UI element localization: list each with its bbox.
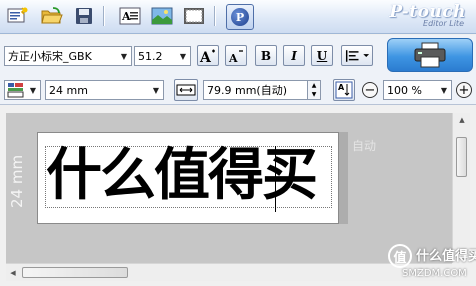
printer-icon — [414, 42, 446, 68]
chevron-down-icon[interactable]: ▼ — [117, 47, 131, 65]
vertical-text-button[interactable]: A — [333, 79, 355, 101]
brand-logo: P-touch Editor Lite — [326, 1, 466, 33]
tape-width-value: 24 mm — [49, 83, 88, 97]
label-length-value: 79.9 mm(自动) — [207, 84, 288, 97]
chevron-down-icon[interactable]: ▼ — [176, 47, 190, 65]
svg-text:A: A — [338, 83, 345, 92]
spin-up-icon[interactable]: ▲ — [312, 82, 317, 89]
increase-font-size-button[interactable]: A — [197, 45, 219, 66]
spin-down-icon[interactable]: ▼ — [312, 91, 317, 98]
vertical-text-icon: A — [335, 81, 353, 99]
zoom-out-icon[interactable]: − — [362, 82, 378, 98]
tape-width-ruler-label: 24 mm — [8, 154, 26, 208]
underline-button[interactable]: U — [311, 45, 333, 66]
italic-button[interactable]: I — [283, 45, 305, 66]
layout-icon — [7, 83, 24, 98]
tape-width-select[interactable]: 24 mm ▼ — [45, 80, 164, 100]
svg-text:A: A — [199, 50, 212, 64]
bold-button[interactable]: B — [255, 45, 277, 66]
frame-icon[interactable] — [182, 5, 206, 27]
length-arrows-icon — [176, 84, 196, 96]
print-button[interactable] — [387, 38, 473, 72]
chevron-down-icon[interactable]: ▼ — [26, 81, 40, 99]
open-folder-icon[interactable] — [40, 5, 64, 27]
zoom-value: 100 % — [387, 83, 422, 97]
zoom-in-icon[interactable]: + — [456, 82, 472, 98]
watermark-logo: 值 — [388, 244, 412, 268]
horizontal-scrollbar[interactable]: ◀ — [6, 263, 452, 281]
text-icon[interactable]: A — [118, 5, 142, 27]
save-disk-icon[interactable] — [72, 5, 96, 27]
vertical-scroll-thumb[interactable] — [456, 137, 467, 177]
main-toolbar: A P P-touch Editor Lite — [0, 0, 476, 34]
svg-text:A: A — [121, 10, 131, 23]
font-name-select[interactable]: 方正小标宋_GBK ▼ — [4, 46, 132, 66]
horizontal-scroll-thumb[interactable] — [22, 267, 128, 278]
toolbar-separator — [214, 6, 215, 26]
format-toolbar-row2: ▼ 24 mm ▼ 79.9 mm(自动) ▲ ▼ A − 100 % ▼ + — [0, 75, 476, 105]
format-toolbar-row1: 方正小标宋_GBK ▼ 51.2 ▼ A A B I U — [0, 35, 476, 75]
toolbar-separator — [103, 6, 104, 26]
font-name-value: 方正小标宋_GBK — [8, 50, 92, 63]
scroll-up-icon[interactable]: ▲ — [457, 115, 467, 125]
label-length-spinner[interactable]: ▲ ▼ — [307, 80, 321, 100]
ptouch-logo-icon: P — [231, 8, 249, 26]
label-length-button[interactable] — [174, 79, 198, 101]
watermark-url: SMZDM.COM — [402, 268, 467, 279]
layout-select[interactable]: ▼ — [4, 80, 41, 100]
chevron-down-icon[interactable]: ▼ — [437, 81, 451, 99]
auto-length-label: 自动 — [352, 139, 377, 153]
zoom-select[interactable]: 100 % ▼ — [383, 80, 452, 100]
scroll-left-icon[interactable]: ◀ — [8, 268, 18, 278]
font-size-select[interactable]: 51.2 ▼ — [134, 46, 191, 66]
font-size-value: 51.2 — [138, 49, 163, 63]
svg-text:A: A — [228, 52, 238, 64]
ptouch-logo-button[interactable]: P — [226, 4, 254, 30]
picture-icon[interactable] — [150, 5, 174, 27]
chevron-down-icon[interactable]: ▼ — [149, 81, 163, 99]
text-cursor — [275, 146, 276, 212]
align-button[interactable] — [341, 45, 373, 66]
label-length-input[interactable]: 79.9 mm(自动) — [203, 80, 308, 100]
new-label-icon[interactable] — [6, 5, 30, 27]
decrease-font-size-button[interactable]: A — [225, 45, 247, 66]
watermark-text: 什么值得买 — [416, 249, 476, 264]
watermark: 值 什么值得买 SMZDM.COM — [388, 240, 476, 286]
